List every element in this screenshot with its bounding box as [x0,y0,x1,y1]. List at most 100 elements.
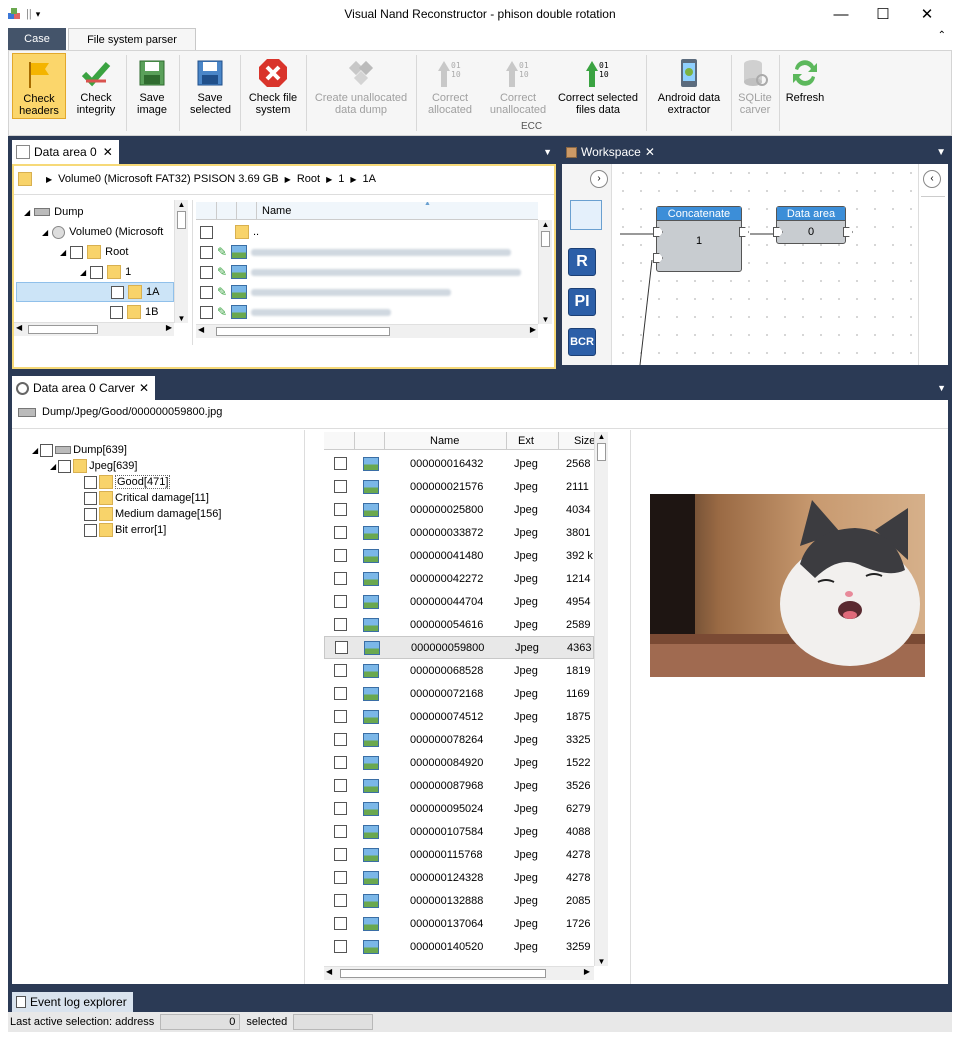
check-file-system-button[interactable]: Check file system [243,53,303,119]
column-name[interactable]: Name [430,435,459,447]
tree-item-1a[interactable]: 1A [16,282,174,302]
checkbox[interactable] [334,503,347,516]
collapse-toolbox-button[interactable]: › [590,170,608,188]
close-tab-icon[interactable]: ✕ [103,145,113,159]
save-image-button[interactable]: Save image [129,53,175,119]
checkbox[interactable] [334,595,347,608]
column-size[interactable]: Size [574,435,595,447]
table-row[interactable]: 000000107584 Jpeg 4088 [324,820,594,843]
table-row[interactable]: 000000033872 Jpeg 3801 [324,521,594,544]
tab-data-area-0[interactable]: Data area 0 ✕ [12,140,119,164]
close-tab-icon[interactable]: ✕ [139,381,149,395]
panel-menu-icon[interactable]: ▼ [543,147,552,157]
data-area-node[interactable]: Data area 0 [773,206,853,244]
checkbox[interactable] [70,245,84,259]
table-row[interactable]: 000000042272 Jpeg 1214 [324,567,594,590]
workspace-canvas[interactable]: Concatenate 1 Data area 0 [614,164,916,365]
tree-item-bit-error[interactable]: Bit error[1] [84,520,166,540]
checkbox[interactable] [334,940,347,953]
table-row[interactable]: 000000041480 Jpeg 392 k [324,544,594,567]
checkbox[interactable] [334,733,347,746]
table-row[interactable]: 000000115768 Jpeg 4278 [324,843,594,866]
table-row[interactable]: 000000072168 Jpeg 1169 [324,682,594,705]
collapse-ribbon-icon[interactable]: ⌃ [938,30,946,41]
tree-item-dump[interactable]: ◢ Dump [24,202,84,222]
r-button[interactable]: R [568,248,596,276]
checkbox[interactable] [90,265,104,279]
tab-workspace[interactable]: Workspace ✕ [562,140,661,164]
minimize-button[interactable]: — [818,0,864,28]
maximize-button[interactable]: ☐ [860,0,906,28]
checkbox[interactable] [334,871,347,884]
concatenate-node[interactable]: Concatenate 1 [653,206,749,272]
input-port[interactable] [653,253,663,263]
table-row[interactable]: 000000054616 Jpeg 2589 [324,613,594,636]
checkbox[interactable] [334,618,347,631]
breadcrumb-item[interactable]: Volume0 (Microsoft FAT32) PSISON 3.69 GB [58,173,279,185]
table-row[interactable]: 000000059800 Jpeg 4363 [324,636,594,659]
tree-item-volume0[interactable]: ◢ Volume0 (Microsoft [42,222,163,242]
checkbox[interactable] [111,285,124,299]
table-row[interactable]: 000000140520 Jpeg 3259 [324,935,594,958]
tree-item-1[interactable]: ◢ 1 [80,262,131,282]
checkbox[interactable] [334,549,347,562]
tab-event-log-explorer[interactable]: Event log explorer [12,992,133,1012]
carved-files-vertical-scrollbar[interactable]: ▲ ▼ [594,432,608,966]
checkbox[interactable] [334,664,347,677]
table-row[interactable]: 000000137064 Jpeg 1726 [324,912,594,935]
table-row[interactable]: 000000078264 Jpeg 3325 [324,728,594,751]
tree-item-root[interactable]: ◢ Root [60,242,128,262]
expand-panel-button[interactable]: ‹ [923,170,941,188]
breadcrumb-item[interactable]: 1A [363,173,376,185]
list-item-up[interactable]: .. [200,222,259,242]
checkbox[interactable] [334,779,347,792]
table-row[interactable]: 000000124328 Jpeg 4278 [324,866,594,889]
bcr-button[interactable]: BCR [568,328,596,356]
checkbox[interactable] [335,641,348,654]
save-selected-button[interactable]: Save selected [183,53,237,119]
tree-vertical-scrollbar[interactable]: ▲ ▼ [174,200,188,323]
checkbox[interactable] [200,225,213,239]
sqlite-carver-button[interactable]: SQLite carver [734,53,776,119]
tab-carver[interactable]: Data area 0 Carver ✕ [12,376,156,400]
panel-menu-icon[interactable]: ▼ [936,147,946,158]
carved-files-horizontal-scrollbar[interactable]: ◀ ▶ [324,966,594,980]
checkbox[interactable] [110,305,123,319]
checkbox[interactable] [334,802,347,815]
checkbox[interactable] [334,457,347,470]
checkbox[interactable] [334,825,347,838]
table-row[interactable]: 000000074512 Jpeg 1875 [324,705,594,728]
close-button[interactable]: ✕ [904,0,950,28]
correct-unallocated-button[interactable]: 01 10 Correct unallocated [483,53,553,119]
create-unallocated-dump-button[interactable]: Create unallocated data dump [309,53,413,119]
column-ext[interactable]: Ext [518,435,534,447]
checkbox[interactable] [334,526,347,539]
list-item[interactable]: ✎ [200,302,392,322]
close-tab-icon[interactable]: ✕ [645,145,655,159]
column-name[interactable]: Name [262,205,291,217]
tree-item-1b[interactable]: 1B [110,302,158,322]
list-item[interactable]: ✎ [200,262,522,282]
table-row[interactable]: 000000087968 Jpeg 3526 [324,774,594,797]
check-integrity-button[interactable]: Check integrity [69,53,123,119]
list-item[interactable]: ✎ [200,282,452,302]
android-data-extractor-button[interactable]: Android data extractor [649,53,729,119]
correct-allocated-button[interactable]: 01 10 Correct allocated [419,53,481,119]
panel-menu-icon[interactable]: ▼ [937,383,946,393]
breadcrumb-item[interactable]: 1 [338,173,344,185]
tree-horizontal-scrollbar[interactable]: ◀ ▶ [14,322,174,336]
carver-path[interactable]: Dump/Jpeg/Good/000000059800.jpg [42,406,222,418]
checkbox[interactable] [334,687,347,700]
table-row[interactable]: 000000044704 Jpeg 4954 [324,590,594,613]
file-list-horizontal-scrollbar[interactable]: ◀ ▶ [196,324,538,338]
checkbox[interactable] [334,480,347,493]
list-item[interactable]: ✎ [200,242,512,262]
table-row[interactable]: 000000068528 Jpeg 1819 [324,659,594,682]
tab-case[interactable]: Case [8,28,66,50]
list-tool-icon[interactable] [570,200,602,230]
checkbox[interactable] [334,917,347,930]
file-list-vertical-scrollbar[interactable]: ▲ ▼ [538,220,552,324]
checkbox[interactable] [334,848,347,861]
breadcrumb-item[interactable]: Root [297,173,320,185]
table-row[interactable]: 000000132888 Jpeg 2085 [324,889,594,912]
